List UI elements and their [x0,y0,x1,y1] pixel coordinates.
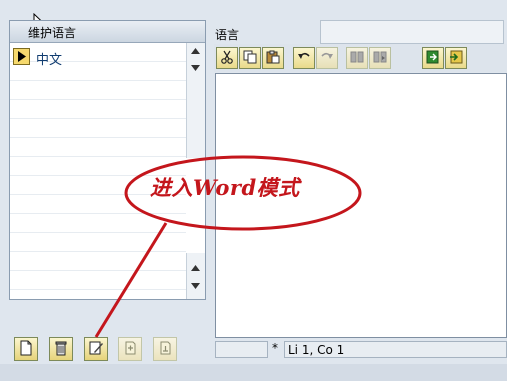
annotation-label: 进入Word模式 [150,175,300,200]
annotation-pointer-line [94,222,168,338]
